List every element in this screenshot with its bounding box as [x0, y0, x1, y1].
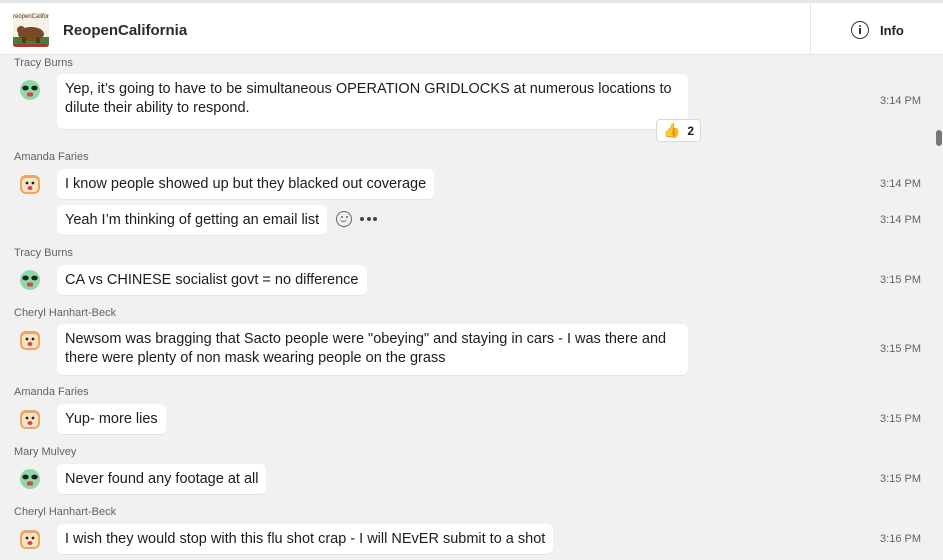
message-bubble: Never found any footage at all — [57, 464, 267, 494]
message-bubble: CA vs CHINESE socialist govt = no differ… — [57, 265, 367, 295]
info-icon — [851, 21, 869, 39]
message-bubble: I wish they would stop with this flu sho… — [57, 524, 554, 554]
toast-emoji-avatar[interactable] — [18, 172, 42, 196]
message-time: 3:14 PM — [880, 178, 921, 190]
alien-emoji-avatar[interactable] — [18, 467, 42, 491]
reaction-button[interactable]: 👍 2 — [656, 119, 701, 142]
thumbs-up-icon: 👍 — [662, 122, 681, 138]
info-label: Info — [880, 22, 904, 38]
message-sender[interactable]: Amanda Faries — [14, 151, 89, 163]
message-text: CA vs CHINESE socialist govt = no differ… — [65, 271, 359, 288]
reaction-count: 2 — [687, 123, 695, 138]
message-time: 3:15 PM — [880, 413, 921, 425]
info-button[interactable]: Info — [851, 19, 904, 41]
message-time: 3:15 PM — [880, 343, 921, 355]
toast-emoji-avatar[interactable] — [18, 328, 42, 352]
message-text: Never found any footage at all — [65, 470, 259, 487]
scrollbar-thumb[interactable] — [936, 130, 942, 146]
message-actions — [336, 211, 380, 227]
message-text: Yup- more lies — [65, 410, 158, 427]
message-bubble: I know people showed up but they blacked… — [57, 169, 435, 199]
message-bubble: Yeah I’m thinking of getting an email li… — [57, 205, 328, 235]
message-bubble: Yup- more lies — [57, 404, 166, 434]
alien-emoji-avatar[interactable] — [18, 268, 42, 292]
message-sender[interactable]: Tracy Burns — [14, 247, 73, 259]
message-time: 3:16 PM — [880, 533, 921, 545]
header-divider — [810, 3, 811, 55]
message-time: 3:15 PM — [880, 274, 921, 286]
message-time: 3:15 PM — [880, 473, 921, 485]
message-time: 3:14 PM — [880, 214, 921, 226]
chat-header: reopenCaliforn ReopenCalifornia Info — [0, 0, 943, 55]
message-sender[interactable]: Tracy Burns — [14, 57, 73, 69]
toast-emoji-avatar[interactable] — [18, 407, 42, 431]
message-text: Newsom was bragging that Sacto people we… — [65, 331, 667, 366]
more-options-icon[interactable] — [360, 217, 380, 221]
message-text: I wish they would stop with this flu sho… — [65, 530, 546, 547]
message-text: I know people showed up but they blacked… — [65, 175, 427, 192]
group-avatar[interactable]: reopenCaliforn — [13, 13, 49, 47]
message-sender[interactable]: Cheryl Hanhart-Beck — [14, 506, 116, 518]
add-reaction-icon[interactable] — [336, 211, 352, 227]
message-time: 3:14 PM — [880, 95, 921, 107]
message-bubble: Newsom was bragging that Sacto people we… — [57, 324, 688, 375]
message-text: Yeah I’m thinking of getting an email li… — [65, 211, 320, 228]
message-text: Yep, it’s going to have to be simultaneo… — [65, 81, 672, 116]
message-bubble: Yep, it’s going to have to be simultaneo… — [57, 74, 688, 129]
alien-emoji-avatar[interactable] — [18, 78, 42, 102]
message-sender[interactable]: Mary Mulvey — [14, 446, 76, 458]
group-name: ReopenCalifornia — [63, 22, 188, 39]
bear-flag-icon — [13, 20, 49, 47]
message-sender[interactable]: Amanda Faries — [14, 386, 89, 398]
message-sender[interactable]: Cheryl Hanhart-Beck — [14, 307, 116, 319]
toast-emoji-avatar[interactable] — [18, 527, 42, 551]
